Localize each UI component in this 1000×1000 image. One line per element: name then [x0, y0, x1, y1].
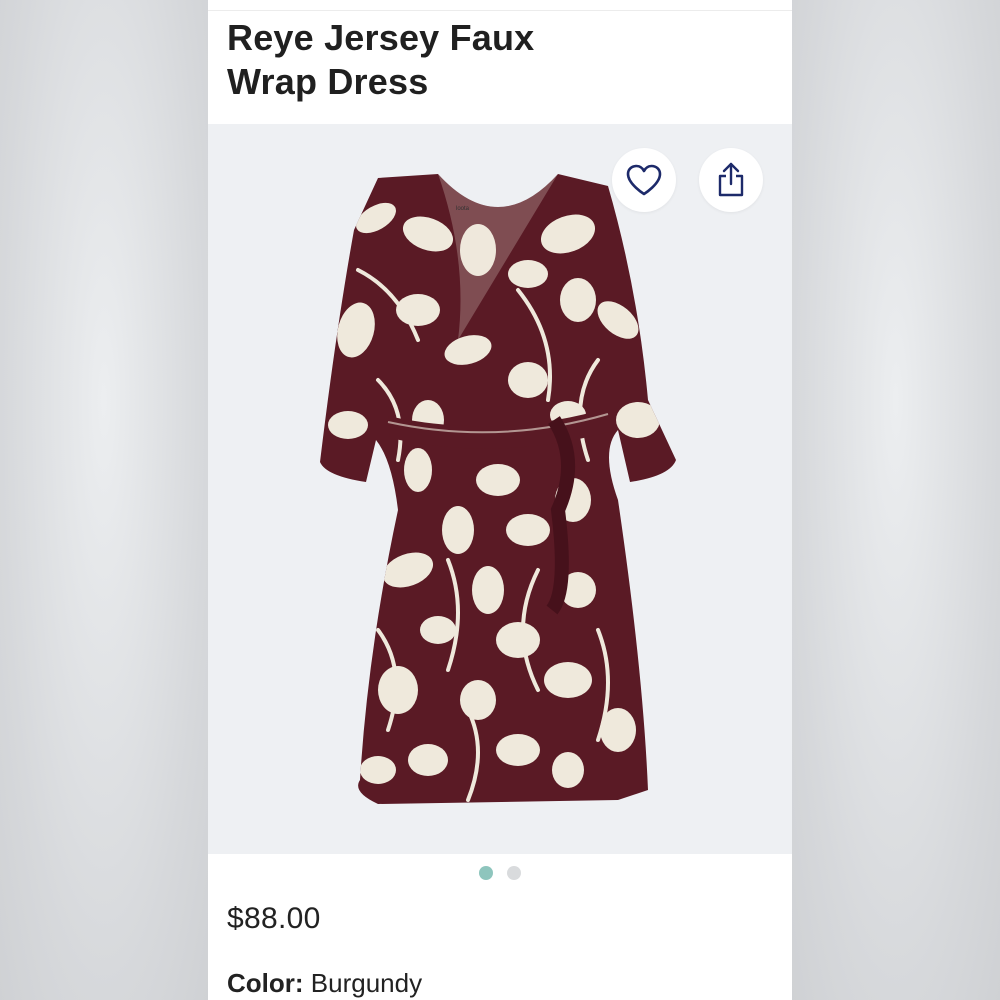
gallery-dot-2[interactable]	[507, 866, 521, 880]
product-image-gallery[interactable]: loota	[208, 124, 792, 854]
gallery-dot-1[interactable]	[479, 866, 493, 880]
color-selection: Color: Burgundy	[227, 968, 422, 999]
product-price: $88.00	[227, 902, 321, 935]
share-icon	[718, 162, 744, 197]
heart-icon	[626, 164, 662, 196]
color-value: Burgundy	[310, 968, 423, 998]
color-label: Color:	[227, 968, 304, 998]
product-title: Reye Jersey Faux Wrap Dress	[227, 16, 647, 104]
product-screen: Reye Jersey Faux Wrap Dress loota $88.00…	[208, 0, 792, 1000]
brand-tag-label: loota	[456, 206, 470, 212]
background-left	[0, 0, 208, 1000]
product-title-line-1: Reye Jersey Faux	[227, 17, 535, 58]
share-button[interactable]	[699, 148, 763, 212]
gallery-pagination	[208, 866, 792, 882]
divider	[208, 10, 792, 11]
product-image-dress: loota	[320, 174, 676, 804]
background-right	[792, 0, 1000, 1000]
favorite-button[interactable]	[612, 148, 676, 212]
product-title-line-2: Wrap Dress	[227, 61, 429, 102]
